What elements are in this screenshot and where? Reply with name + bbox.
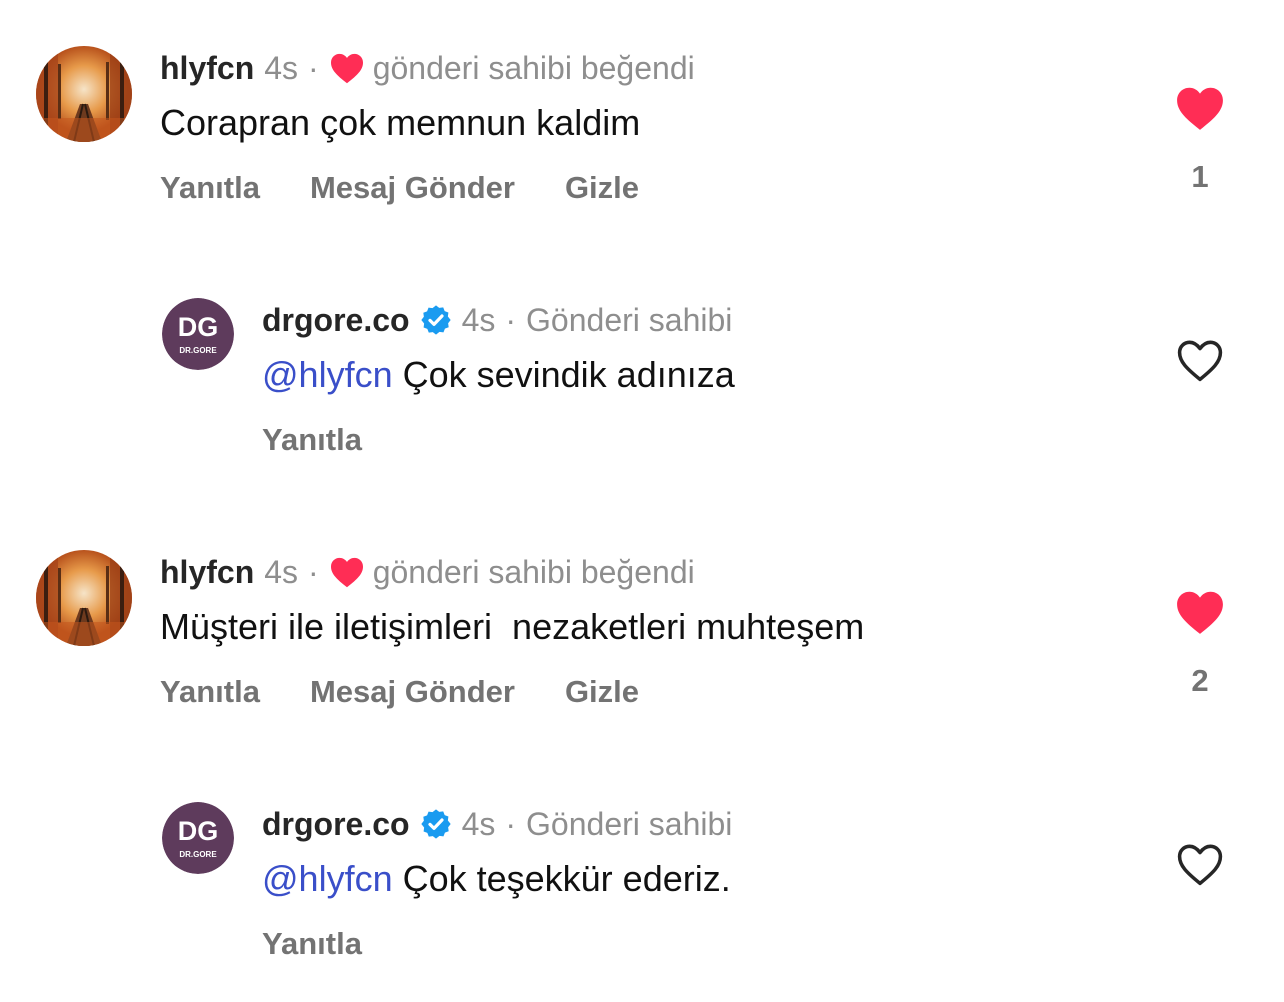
separator: · bbox=[505, 302, 517, 338]
separator: · bbox=[308, 50, 319, 86]
comment-meta: hlyfcn 4s · gönderi sahibi beğendi bbox=[160, 48, 695, 88]
comment-item: hlyfcn 4s · gönderi sahibi beğendi Corap… bbox=[0, 0, 1284, 230]
comment-body: Çok teşekkür ederiz. bbox=[392, 858, 731, 899]
avatar[interactable] bbox=[36, 550, 132, 646]
mention-link[interactable]: @hlyfcn bbox=[262, 858, 393, 899]
comment-body: Çok sevindik adınıza bbox=[392, 354, 735, 395]
avatar-logo-subtext: DR.GORE bbox=[179, 850, 217, 859]
reply-button[interactable]: Yanıtla bbox=[160, 168, 260, 208]
heart-filled-icon bbox=[1175, 589, 1225, 635]
like-count[interactable]: 1 bbox=[1174, 157, 1226, 197]
username[interactable]: drgore.co bbox=[262, 300, 410, 340]
avatar[interactable] bbox=[36, 46, 132, 142]
comment-item: hlyfcn 4s · gönderi sahibi beğendi Müşte… bbox=[0, 504, 1284, 734]
separator: · bbox=[505, 806, 517, 842]
verified-badge-icon bbox=[420, 304, 452, 336]
like-button[interactable] bbox=[1174, 588, 1226, 636]
reply-button[interactable]: Yanıtla bbox=[160, 672, 260, 712]
verified-badge-icon bbox=[420, 808, 452, 840]
heart-outline-icon bbox=[1175, 337, 1225, 383]
comments-list: hlyfcn 4s · gönderi sahibi beğendi Corap… bbox=[0, 0, 1284, 1002]
hide-button[interactable]: Gizle bbox=[565, 672, 639, 712]
send-message-button[interactable]: Mesaj Gönder bbox=[310, 672, 515, 712]
comment-meta: drgore.co 4s · Gönderi sahibi bbox=[262, 300, 732, 340]
reply-item: DG DR.GORE drgore.co 4s · Gönderi sahibi… bbox=[0, 252, 1284, 482]
comment-actions: Yanıtla Mesaj Gönder Gizle bbox=[160, 168, 639, 208]
timestamp: 4s bbox=[264, 554, 299, 590]
avatar-logo-subtext: DR.GORE bbox=[179, 346, 217, 355]
reply-item: DG DR.GORE drgore.co 4s · Gönderi sahibi… bbox=[0, 756, 1284, 986]
comment-actions: Yanıtla Mesaj Gönder Gizle bbox=[160, 672, 639, 712]
hide-button[interactable]: Gizle bbox=[565, 168, 639, 208]
timestamp: 4s bbox=[461, 806, 496, 842]
post-owner-label: Gönderi sahibi bbox=[526, 806, 733, 842]
like-button[interactable] bbox=[1174, 84, 1226, 132]
heart-filled-icon bbox=[1175, 85, 1225, 131]
post-owner-label: Gönderi sahibi bbox=[526, 302, 733, 338]
separator: · bbox=[308, 554, 319, 590]
comment-actions: Yanıtla bbox=[262, 924, 362, 964]
like-button[interactable] bbox=[1174, 840, 1226, 888]
comment-meta: hlyfcn 4s · gönderi sahibi beğendi bbox=[160, 552, 695, 592]
comment-text: Müşteri ile iletişimleri nezaketleri muh… bbox=[160, 606, 865, 647]
comment-text: @hlyfcn Çok sevindik adınıza bbox=[262, 353, 735, 397]
comment-text: Corapran çok memnun kaldim bbox=[160, 102, 641, 143]
timestamp: 4s bbox=[264, 50, 299, 86]
username[interactable]: hlyfcn bbox=[160, 552, 254, 592]
avatar[interactable]: DG DR.GORE bbox=[162, 298, 234, 370]
comment-meta: drgore.co 4s · Gönderi sahibi bbox=[262, 804, 732, 844]
heart-icon bbox=[329, 52, 365, 84]
username[interactable]: drgore.co bbox=[262, 804, 410, 844]
heart-outline-icon bbox=[1175, 841, 1225, 887]
comment-text: @hlyfcn Çok teşekkür ederiz. bbox=[262, 857, 731, 901]
timestamp: 4s bbox=[461, 302, 496, 338]
owner-liked-label: gönderi sahibi beğendi bbox=[372, 50, 695, 86]
reply-button[interactable]: Yanıtla bbox=[262, 420, 362, 460]
like-button[interactable] bbox=[1174, 336, 1226, 384]
heart-icon bbox=[329, 556, 365, 588]
avatar-logo-text: DG bbox=[178, 816, 219, 846]
owner-liked-label: gönderi sahibi beğendi bbox=[372, 554, 695, 590]
reply-button[interactable]: Yanıtla bbox=[262, 924, 362, 964]
send-message-button[interactable]: Mesaj Gönder bbox=[310, 168, 515, 208]
username[interactable]: hlyfcn bbox=[160, 48, 254, 88]
avatar[interactable]: DG DR.GORE bbox=[162, 802, 234, 874]
avatar-logo-text: DG bbox=[178, 312, 219, 342]
comment-actions: Yanıtla bbox=[262, 420, 362, 460]
mention-link[interactable]: @hlyfcn bbox=[262, 354, 393, 395]
like-count[interactable]: 2 bbox=[1174, 661, 1226, 701]
